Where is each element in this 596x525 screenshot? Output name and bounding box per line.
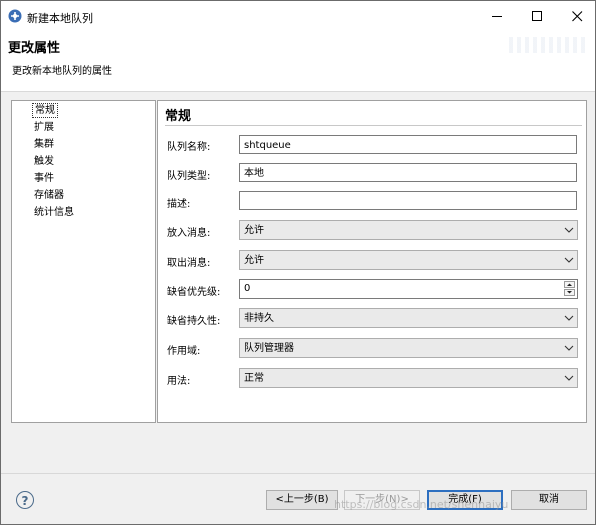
nav-item-events[interactable]: 事件 [32, 171, 56, 186]
title-bar[interactable]: 新建本地队列 [1, 1, 595, 31]
dialog-window: 新建本地队列 更改属性 更改新本地队列的属性 常规 扩展 集群 触发 事件 存储… [0, 0, 596, 525]
default-priority-label: 缺省优先级: [167, 287, 221, 298]
minimize-icon [491, 15, 502, 17]
cancel-button[interactable]: 取消 [511, 490, 587, 510]
queue-type-field[interactable]: 本地 [239, 163, 577, 182]
banner-decoration [505, 37, 585, 53]
property-nav-panel: 常规 扩展 集群 触发 事件 存储器 统计信息 [11, 100, 156, 423]
default-persistence-select[interactable]: 非持久 [239, 308, 578, 328]
get-messages-label: 取出消息: [167, 258, 211, 269]
description-input[interactable] [239, 191, 577, 210]
put-messages-value: 允许 [244, 225, 264, 236]
general-properties-panel: 常规 队列名称: shtqueue 队列类型: 本地 描述: 放入消息: 允许 … [157, 100, 587, 423]
nav-item-statistics[interactable]: 统计信息 [32, 205, 76, 220]
minimize-button[interactable] [477, 1, 517, 31]
queue-name-input[interactable]: shtqueue [239, 135, 577, 154]
scope-label: 作用域: [167, 346, 201, 357]
section-title: 常规 [165, 109, 192, 124]
put-messages-label: 放入消息: [167, 228, 211, 239]
caret-down-icon [567, 291, 572, 294]
help-icon[interactable]: ? [16, 491, 34, 509]
nav-item-cluster[interactable]: 集群 [32, 137, 56, 152]
scope-select[interactable]: 队列管理器 [239, 338, 578, 358]
queue-name-label: 队列名称: [167, 142, 211, 153]
chevron-down-icon [564, 257, 574, 263]
default-priority-spinner[interactable]: 0 [239, 279, 578, 299]
put-messages-select[interactable]: 允许 [239, 220, 578, 240]
maximize-icon [531, 10, 542, 21]
get-messages-select[interactable]: 允许 [239, 250, 578, 270]
wizard-header: 更改属性 更改新本地队列的属性 [1, 31, 595, 92]
watermark: https://blog.csdn.net/shenhaiyu [334, 498, 509, 511]
back-button[interactable]: <上一步(B) [266, 490, 338, 510]
get-messages-value: 允许 [244, 255, 264, 266]
footer-divider [1, 473, 595, 474]
app-icon [8, 9, 22, 23]
section-divider [165, 125, 582, 126]
close-button[interactable] [557, 1, 595, 31]
chevron-down-icon [564, 345, 574, 351]
spin-up-button[interactable] [564, 281, 575, 288]
scope-value: 队列管理器 [244, 343, 294, 354]
nav-item-triggering[interactable]: 触发 [32, 154, 56, 169]
maximize-button[interactable] [517, 1, 557, 31]
window-title: 新建本地队列 [27, 12, 93, 25]
default-persistence-label: 缺省持久性: [167, 316, 221, 327]
queue-type-label: 队列类型: [167, 171, 211, 182]
default-persistence-value: 非持久 [244, 313, 274, 324]
nav-item-extended[interactable]: 扩展 [32, 120, 56, 135]
chevron-down-icon [564, 375, 574, 381]
description-label: 描述: [167, 199, 191, 210]
nav-item-storage[interactable]: 存储器 [32, 188, 66, 203]
usage-label: 用法: [167, 376, 191, 387]
nav-item-general[interactable]: 常规 [32, 103, 58, 118]
usage-select[interactable]: 正常 [239, 368, 578, 388]
caret-up-icon [567, 283, 572, 286]
usage-value: 正常 [244, 373, 264, 384]
page-title: 更改属性 [8, 41, 61, 56]
chevron-down-icon [564, 227, 574, 233]
chevron-down-icon [564, 315, 574, 321]
close-icon [571, 10, 582, 21]
page-description: 更改新本地队列的属性 [12, 66, 112, 77]
spin-down-button[interactable] [564, 289, 575, 296]
spinner-buttons [564, 281, 576, 297]
default-priority-value: 0 [244, 283, 251, 294]
